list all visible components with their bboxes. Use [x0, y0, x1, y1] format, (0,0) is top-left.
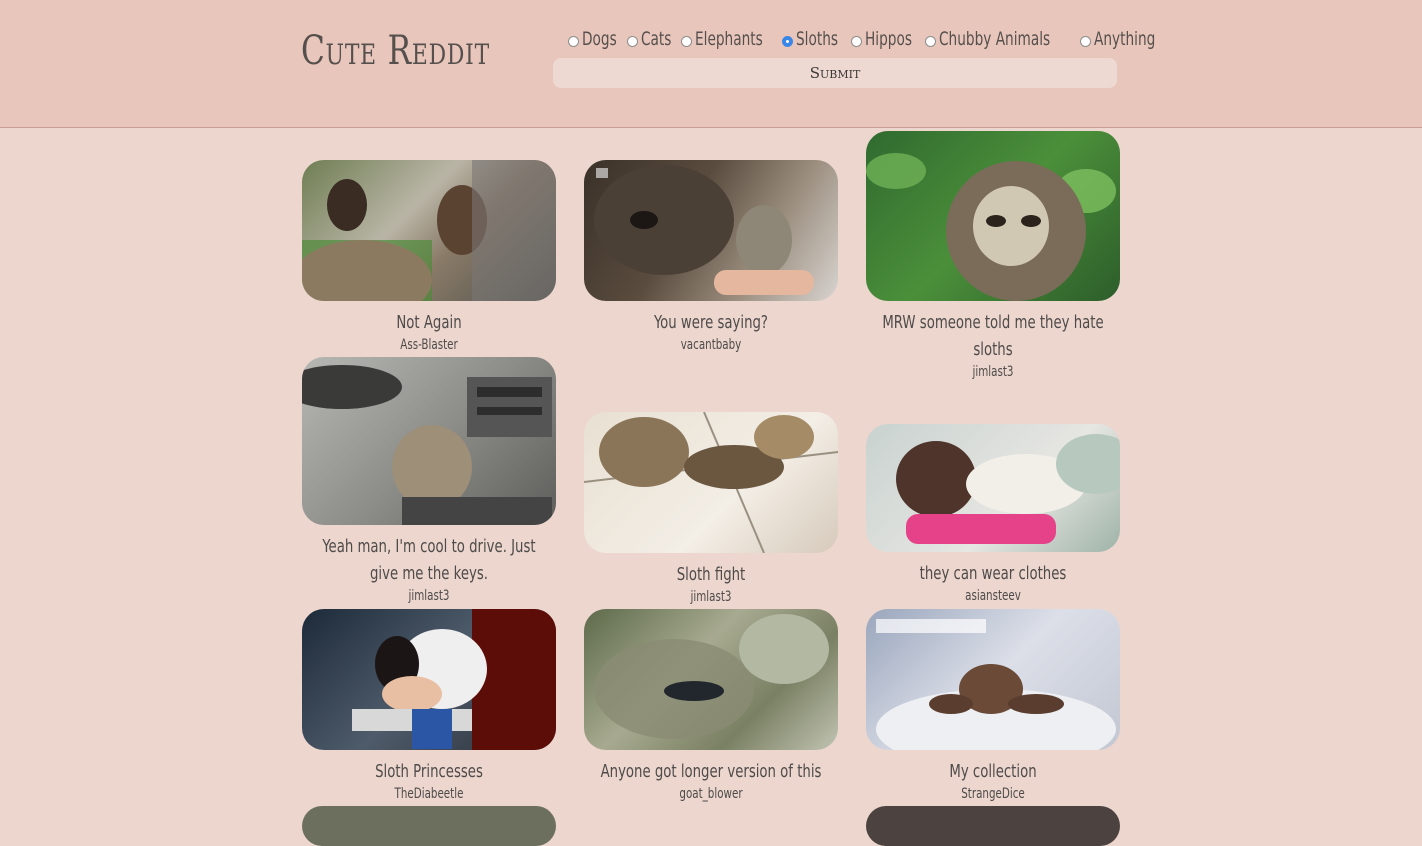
post-gif-thumbnail	[866, 153, 1116, 301]
post-gif-thumbnail	[584, 412, 838, 553]
radio-button-sloths[interactable]	[782, 35, 794, 47]
post-card[interactable]: My collection StrangeDice	[852, 609, 1134, 803]
radio-label-cats: Cats	[641, 28, 672, 50]
post-card[interactable]: Sloth fight jimlast3	[570, 412, 852, 606]
post-gif[interactable]	[302, 806, 556, 846]
radio-label-hippos: Hippos	[864, 28, 912, 50]
post-author[interactable]: asiansteev	[877, 587, 1108, 605]
radio-option-cats[interactable]: Cats	[627, 28, 675, 50]
post-author[interactable]: jimlast3	[877, 363, 1108, 381]
post-card[interactable]: Sloth Princesses TheDiabeetle	[288, 609, 570, 803]
radio-option-hippos[interactable]: Hippos	[850, 28, 920, 50]
post-title[interactable]: Not Again	[313, 309, 544, 336]
post-gif-thumbnail	[594, 614, 829, 739]
post-gif[interactable]	[866, 609, 1120, 750]
post-card[interactable]: Yeah man, I'm cool to drive. Just give m…	[288, 357, 570, 605]
submit-button[interactable]: Submit	[553, 58, 1117, 88]
post-gif[interactable]	[584, 160, 838, 301]
post-title[interactable]: My collection	[877, 758, 1108, 785]
post-card[interactable]: they can wear clothes asiansteev	[852, 424, 1134, 605]
radio-label-chubby-animals: Chubby Animals	[939, 28, 1051, 50]
site-logo[interactable]: Cute Reddit	[301, 28, 490, 74]
post-gif-thumbnail	[876, 619, 1116, 750]
header: Cute Reddit Dogs Cats Elephants Sloths H…	[0, 0, 1422, 128]
radio-option-sloths[interactable]: Sloths	[782, 28, 845, 50]
radio-button-anything[interactable]	[1080, 35, 1092, 47]
radio-label-sloths: Sloths	[796, 28, 839, 50]
post-title[interactable]: Sloth Princesses	[313, 758, 544, 785]
post-author[interactable]: goat_blower	[595, 785, 826, 803]
post-author[interactable]: jimlast3	[313, 587, 544, 605]
post-author[interactable]: Ass-Blaster	[313, 336, 544, 354]
post-author[interactable]: jimlast3	[595, 588, 826, 606]
post-gif-thumbnail	[302, 160, 556, 301]
radio-button-cats[interactable]	[627, 35, 639, 47]
post-author[interactable]: TheDiabeetle	[313, 785, 544, 803]
post-gif[interactable]	[866, 806, 1120, 846]
post-gif[interactable]	[302, 357, 556, 525]
radio-label-elephants: Elephants	[695, 28, 764, 50]
radio-label-anything: Anything	[1094, 28, 1156, 50]
post-card[interactable]: Not Again Ass-Blaster	[288, 160, 570, 354]
post-card[interactable]	[852, 806, 1134, 846]
post-title[interactable]: they can wear clothes	[877, 560, 1108, 587]
radio-button-chubby-animals[interactable]	[925, 35, 937, 47]
post-gif[interactable]	[584, 412, 838, 553]
post-title[interactable]: Yeah man, I'm cool to drive. Just give m…	[313, 533, 544, 587]
post-title[interactable]: You were saying?	[595, 309, 826, 336]
post-author[interactable]: vacantbaby	[595, 336, 826, 354]
post-card[interactable]: MRW someone told me they hate sloths jim…	[852, 131, 1134, 381]
radio-button-hippos[interactable]	[850, 35, 862, 47]
post-gif[interactable]	[584, 609, 838, 750]
post-card[interactable]: Anyone got longer version of this goat_b…	[570, 609, 852, 803]
radio-option-chubby-animals[interactable]: Chubby Animals	[925, 28, 1074, 50]
radio-button-elephants[interactable]	[681, 35, 693, 47]
post-gif[interactable]	[866, 131, 1120, 301]
post-title[interactable]: Anyone got longer version of this	[595, 758, 826, 785]
post-card[interactable]	[288, 806, 570, 846]
post-gif[interactable]	[302, 609, 556, 750]
post-gif-thumbnail	[896, 434, 1120, 544]
post-gif-thumbnail	[302, 365, 552, 525]
radio-option-dogs[interactable]: Dogs	[568, 28, 621, 50]
post-gif-thumbnail	[594, 165, 814, 295]
radio-option-elephants[interactable]: Elephants	[681, 28, 776, 50]
post-gif-thumbnail	[352, 609, 556, 750]
post-gif[interactable]	[302, 160, 556, 301]
radio-label-dogs: Dogs	[582, 28, 617, 50]
radio-option-anything[interactable]: Anything	[1080, 28, 1167, 50]
post-title[interactable]: Sloth fight	[595, 561, 826, 588]
radio-button-dogs[interactable]	[568, 35, 579, 47]
post-title[interactable]: MRW someone told me they hate sloths	[877, 309, 1108, 363]
post-author[interactable]: StrangeDice	[877, 785, 1108, 803]
post-gif[interactable]	[866, 424, 1120, 552]
category-radio-group: Dogs Cats Elephants Sloths Hippos Chubby…	[568, 28, 1173, 50]
post-card[interactable]: You were saying? vacantbaby	[570, 160, 852, 354]
